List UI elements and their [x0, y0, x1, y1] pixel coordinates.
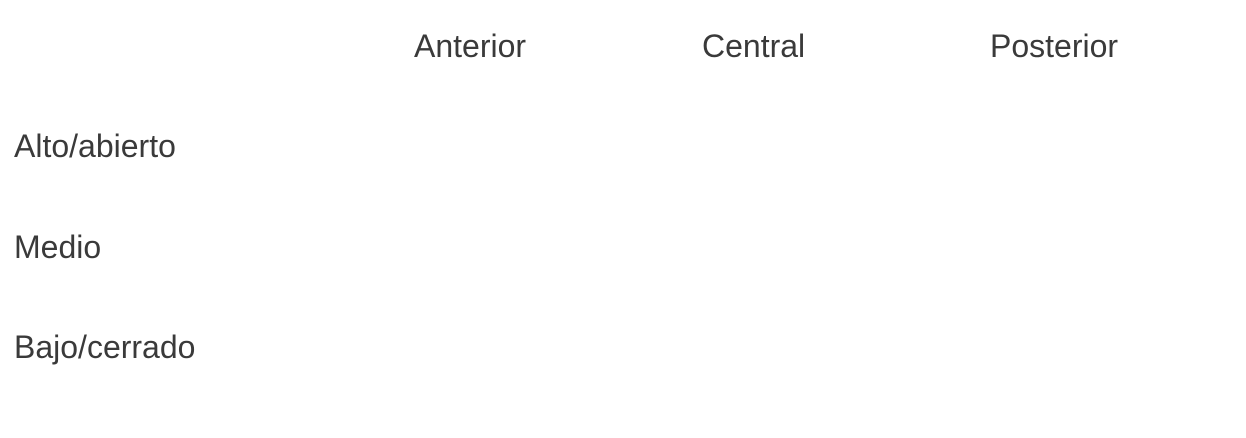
column-header-central: Central [702, 28, 806, 64]
row-header-alto-abierto: Alto/abierto [14, 128, 176, 164]
column-header-anterior: Anterior [414, 28, 527, 64]
vowel-position-grid: Anterior Central Posterior Alto/abierto … [0, 0, 1246, 438]
column-header-posterior: Posterior [990, 28, 1119, 64]
row-header-medio: Medio [14, 229, 102, 265]
row-header-bajo-cerrado: Bajo/cerrado [14, 329, 196, 365]
